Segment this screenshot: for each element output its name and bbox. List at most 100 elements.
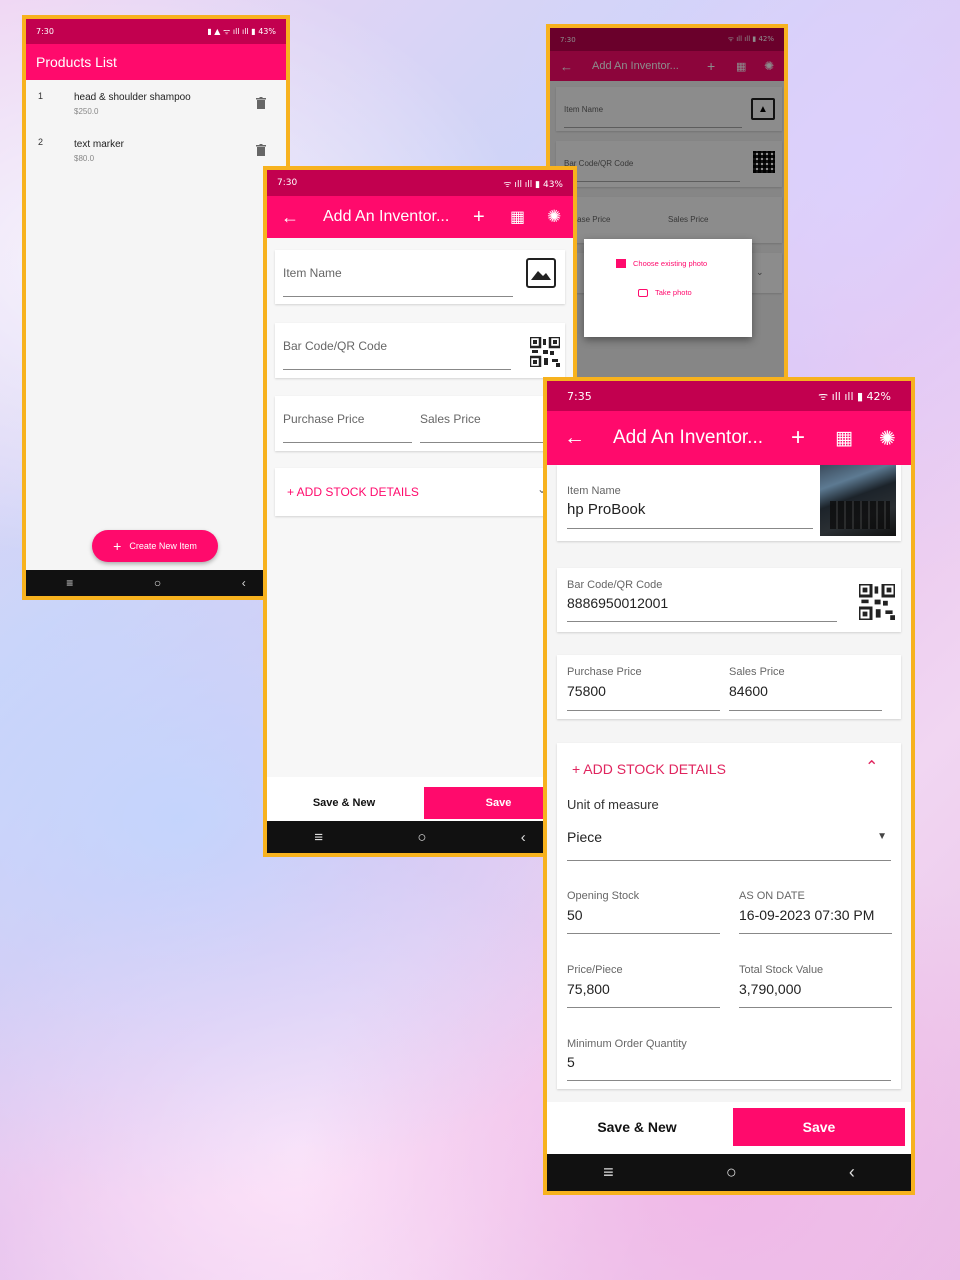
barcode-value[interactable]: 8886950012001 xyxy=(567,595,668,611)
stock-details-card: + ADD STOCK DETAILS ⌃ Unit of measure Pi… xyxy=(557,743,901,1089)
chevron-up-icon[interactable]: ⌃ xyxy=(865,757,878,777)
menu-icon[interactable]: ≡ xyxy=(603,1162,614,1183)
calculator-icon[interactable]: ▦ xyxy=(835,427,853,450)
system-nav-bar: ≡ ○ ‹ xyxy=(267,821,573,853)
item-name: head & shoulder shampoo xyxy=(74,92,191,103)
total-stock-value[interactable]: 3,790,000 xyxy=(739,981,801,997)
item-name-value[interactable]: hp ProBook xyxy=(567,501,645,518)
home-icon[interactable]: ○ xyxy=(154,576,161,590)
settings-icon[interactable]: ✺ xyxy=(547,207,561,227)
phone-add-inventory-filled: 7:35 ᯤ ıll ıll ▮ 42% ← Add An Inventor..… xyxy=(543,377,915,1195)
item-name: text marker xyxy=(74,139,125,150)
page-title: Add An Inventor... xyxy=(323,208,450,225)
phone-products-list: 7:30 ▮ ▲ ᯤ ıll ıll ▮ 43% Products List 1… xyxy=(22,15,290,600)
phone-photo-dialog: 7:30 ᯤ ıll ıll ▮ 42% ← Add An Inventor..… xyxy=(546,24,788,384)
back-icon[interactable]: ← xyxy=(281,207,299,228)
take-photo-option[interactable]: Take photo xyxy=(638,288,692,297)
photo-dialog: Choose existing photo Take photo xyxy=(584,239,752,337)
calculator-icon[interactable]: ▦ xyxy=(510,207,525,227)
item-index: 2 xyxy=(38,137,44,147)
status-bar: 7:35 ᯤ ıll ıll ▮ 42% xyxy=(547,381,911,411)
status-icons: ᯤ ıll ıll ▮ 43% xyxy=(503,179,563,190)
add-icon[interactable]: + xyxy=(473,206,485,229)
menu-icon[interactable]: ≡ xyxy=(66,576,73,590)
page-title: Products List xyxy=(36,54,117,70)
gallery-icon xyxy=(616,259,626,268)
save-button[interactable]: Save xyxy=(733,1108,905,1146)
home-icon[interactable]: ○ xyxy=(726,1162,737,1183)
create-label: Create New Item xyxy=(129,541,197,551)
bottom-action-bar: Save & New Save xyxy=(267,777,573,825)
choose-photo-label: Choose existing photo xyxy=(633,259,708,268)
add-stock-details-toggle[interactable]: + ADD STOCK DETAILS xyxy=(572,761,726,777)
back-nav-icon[interactable]: ‹ xyxy=(849,1162,855,1183)
price-per-piece-label: Price/Piece xyxy=(567,964,623,976)
camera-icon xyxy=(638,288,648,297)
purchase-price-field[interactable]: Purchase Price xyxy=(283,412,364,426)
status-bar: 7:30 ᯤ ıll ıll ▮ 43% xyxy=(267,170,573,196)
plus-icon: + xyxy=(113,538,122,554)
total-stock-value-label: Total Stock Value xyxy=(739,964,824,976)
back-icon[interactable]: ← xyxy=(564,426,585,450)
save-and-new-button[interactable]: Save & New xyxy=(267,787,421,819)
app-bar: Products List xyxy=(26,44,286,80)
status-time: 7:30 xyxy=(36,27,54,36)
save-and-new-label: Save & New xyxy=(312,797,376,809)
price-per-piece-value[interactable]: 75,800 xyxy=(567,981,610,997)
save-and-new-button[interactable]: Save & New xyxy=(547,1108,727,1146)
barcode-field[interactable]: Bar Code/QR Code xyxy=(283,339,387,353)
delete-icon[interactable] xyxy=(254,95,268,111)
system-nav-bar: ≡ ○ ‹ xyxy=(547,1154,911,1191)
page-title: Add An Inventor... xyxy=(613,427,763,448)
item-price: $250.0 xyxy=(74,107,99,116)
purchase-price-value[interactable]: 75800 xyxy=(567,683,606,699)
save-label: Save xyxy=(802,1119,836,1135)
barcode-card[interactable]: Bar Code/QR Code 8886950012001 xyxy=(557,568,901,632)
barcode-card[interactable]: Bar Code/QR Code xyxy=(275,323,565,378)
unit-select[interactable]: Piece ▼ xyxy=(567,821,891,861)
system-nav-bar: ≡ ○ ‹ xyxy=(26,570,286,596)
price-card[interactable]: Purchase Price Sales Price xyxy=(275,396,573,451)
take-photo-label: Take photo xyxy=(655,288,692,297)
choose-photo-option[interactable]: Choose existing photo xyxy=(616,259,707,268)
minimum-order-label: Minimum Order Quantity xyxy=(567,1038,687,1050)
item-name-card[interactable]: Item Name xyxy=(275,250,565,304)
status-time: 7:30 xyxy=(277,178,298,188)
add-stock-details-toggle[interactable]: + ADD STOCK DETAILS xyxy=(287,485,419,499)
status-icons: ᯤ ıll ıll ▮ 42% xyxy=(818,389,891,403)
stock-details-card[interactable]: + ADD STOCK DETAILS ⌄ xyxy=(275,468,573,516)
save-and-new-label: Save & New xyxy=(597,1119,677,1135)
dropdown-arrow-icon: ▼ xyxy=(877,831,887,842)
unit-value: Piece xyxy=(567,829,603,845)
save-label: Save xyxy=(485,797,512,809)
item-photo-thumbnail[interactable] xyxy=(820,465,896,536)
item-name-card[interactable]: Item Name hp ProBook xyxy=(557,465,901,541)
back-nav-icon[interactable]: ‹ xyxy=(242,576,246,590)
qr-code-icon[interactable] xyxy=(530,337,560,367)
opening-stock-value[interactable]: 50 xyxy=(567,907,583,923)
settings-icon[interactable]: ✺ xyxy=(879,426,896,451)
list-item[interactable]: 1 head & shoulder shampoo $250.0 xyxy=(26,80,286,126)
purchase-price-label: Purchase Price xyxy=(567,666,642,678)
minimum-order-value[interactable]: 5 xyxy=(567,1054,575,1070)
list-item[interactable]: 2 text marker $80.0 xyxy=(26,126,286,172)
menu-icon[interactable]: ≡ xyxy=(314,829,323,846)
price-card[interactable]: Purchase Price 75800 Sales Price 84600 xyxy=(557,655,901,719)
home-icon[interactable]: ○ xyxy=(417,829,426,846)
sales-price-value[interactable]: 84600 xyxy=(729,683,768,699)
barcode-label: Bar Code/QR Code xyxy=(567,579,663,591)
sales-price-field[interactable]: Sales Price xyxy=(420,412,481,426)
item-name-label: Item Name xyxy=(567,485,621,497)
status-time: 7:35 xyxy=(567,389,592,403)
delete-icon[interactable] xyxy=(254,142,268,158)
back-nav-icon[interactable]: ‹ xyxy=(521,829,526,846)
sales-price-label: Sales Price xyxy=(729,666,785,678)
item-name-field[interactable]: Item Name xyxy=(283,266,342,280)
add-icon[interactable]: + xyxy=(791,424,805,452)
item-price: $80.0 xyxy=(74,154,95,163)
qr-code-icon[interactable] xyxy=(859,584,895,620)
image-icon[interactable] xyxy=(526,258,556,288)
as-on-date-value[interactable]: 16-09-2023 07:30 PM xyxy=(739,907,874,923)
opening-stock-label: Opening Stock xyxy=(567,890,640,902)
create-item-button[interactable]: + Create New Item xyxy=(92,530,218,562)
